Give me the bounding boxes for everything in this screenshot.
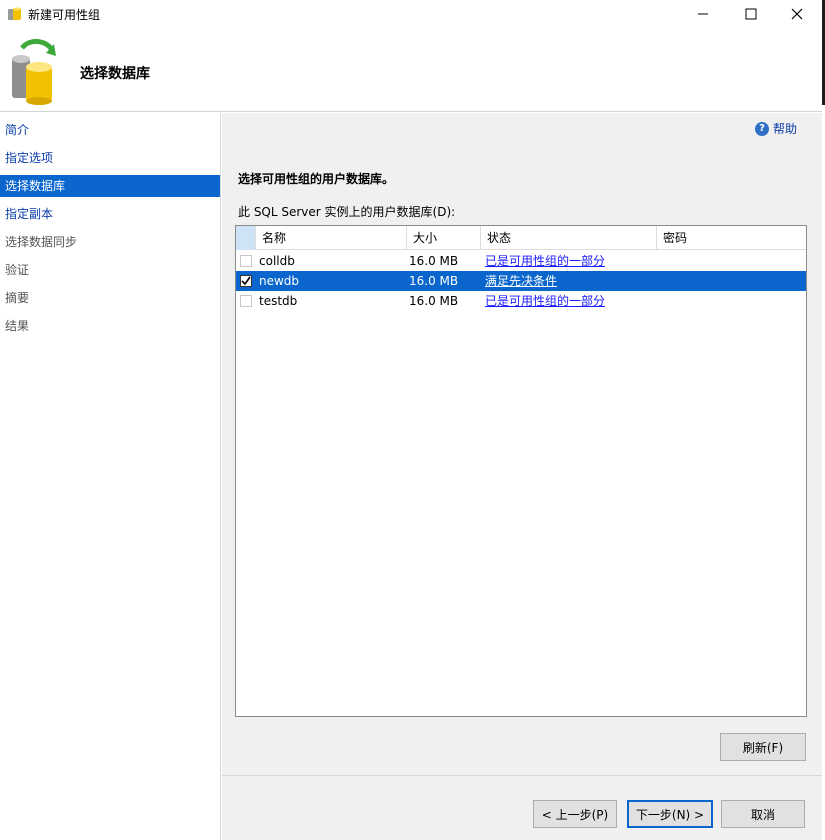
wizard-footer: < 上一步(P) 下一步(N) > 取消 — [222, 775, 822, 840]
close-icon — [791, 8, 803, 20]
wizard-nav: 简介 指定选项 选择数据库 指定副本 选择数据同步 验证 摘要 结果 — [0, 113, 221, 840]
grid-header: 名称 大小 状态 密码 — [236, 226, 806, 250]
help-icon: ? — [755, 121, 769, 136]
minimize-icon — [698, 13, 708, 15]
next-button[interactable]: 下一步(N) > — [627, 800, 713, 828]
row-checkbox[interactable] — [240, 275, 252, 287]
maximize-icon — [745, 8, 757, 20]
column-header-password[interactable]: 密码 — [657, 226, 806, 250]
nav-item-data-sync: 选择数据同步 — [5, 235, 78, 249]
content-panel: ? 帮助 选择可用性组的用户数据库。 此 SQL Server 实例上的用户数据… — [222, 113, 822, 775]
instruction-text: 选择可用性组的用户数据库。 — [238, 172, 395, 186]
minimize-button[interactable] — [680, 0, 726, 28]
db-name: testdb — [259, 294, 298, 308]
cancel-button[interactable]: 取消 — [721, 800, 805, 828]
column-header-size[interactable]: 大小 — [407, 226, 481, 250]
db-size: 16.0 MB — [409, 274, 459, 288]
database-grid[interactable]: 名称 大小 状态 密码 colldb 16.0 MB 已是可用性组的一部分 ne… — [235, 225, 807, 717]
checkmark-icon — [241, 276, 251, 286]
db-size: 16.0 MB — [409, 254, 459, 268]
nav-item-summary: 摘要 — [5, 291, 30, 305]
db-name: newdb — [259, 274, 300, 288]
database-sync-icon — [12, 39, 56, 105]
nav-item-results: 结果 — [5, 319, 30, 333]
nav-item-select-databases[interactable]: 选择数据库 — [0, 175, 220, 197]
table-row[interactable]: newdb 16.0 MB 满足先决条件 — [236, 271, 806, 291]
db-status-link[interactable]: 满足先决条件 — [485, 271, 557, 291]
refresh-button[interactable]: 刷新(F) — [720, 733, 806, 761]
title-bar: 新建可用性组 — [0, 0, 822, 28]
db-size: 16.0 MB — [409, 294, 459, 308]
maximize-button[interactable] — [728, 0, 774, 28]
row-checkbox[interactable] — [240, 255, 252, 267]
table-row[interactable]: colldb 16.0 MB 已是可用性组的一部分 — [236, 251, 806, 271]
close-button[interactable] — [774, 0, 820, 28]
nav-item-validation: 验证 — [5, 263, 30, 277]
db-name: colldb — [259, 254, 295, 268]
wizard-window: 新建可用性组 选择数据库 简介 指定选项 选择数据库 指定副本 选择数据同步 验… — [0, 0, 825, 840]
row-checkbox[interactable] — [240, 295, 252, 307]
nav-item-intro[interactable]: 简介 — [0, 119, 220, 141]
help-label: 帮助 — [773, 122, 798, 136]
help-link[interactable]: ? 帮助 — [755, 120, 797, 137]
wizard-header: 选择数据库 — [0, 28, 822, 112]
database-list-label: 此 SQL Server 实例上的用户数据库(D): — [238, 205, 456, 219]
nav-item-specify-replicas[interactable]: 指定副本 — [0, 203, 220, 225]
column-header-name[interactable]: 名称 — [256, 226, 407, 250]
page-title: 选择数据库 — [80, 66, 150, 82]
database-app-icon — [8, 7, 21, 20]
db-status-link[interactable]: 已是可用性组的一部分 — [485, 291, 605, 311]
nav-item-specify-options[interactable]: 指定选项 — [0, 147, 220, 169]
header-select-all-cell[interactable] — [236, 226, 256, 250]
previous-button[interactable]: < 上一步(P) — [533, 800, 617, 828]
window-title: 新建可用性组 — [28, 8, 101, 22]
column-header-status[interactable]: 状态 — [481, 226, 657, 250]
db-status-link[interactable]: 已是可用性组的一部分 — [485, 251, 605, 271]
table-row[interactable]: testdb 16.0 MB 已是可用性组的一部分 — [236, 291, 806, 311]
